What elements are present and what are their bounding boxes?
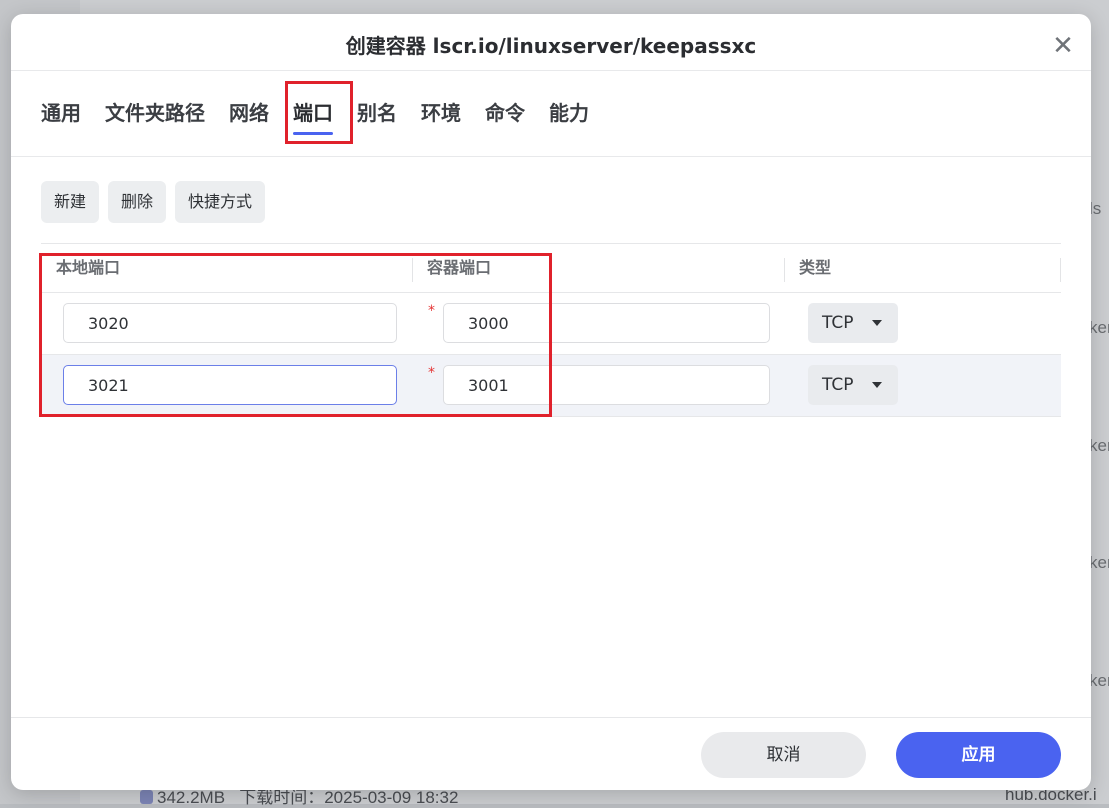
caret-down-icon xyxy=(872,320,882,326)
tab-folder-paths[interactable]: 文件夹路径 xyxy=(105,98,217,138)
tab-network[interactable]: 网络 xyxy=(229,98,281,138)
database-icon xyxy=(140,790,153,804)
protocol-value: TCP xyxy=(822,375,854,395)
table-row: 3021 * 3001 TCP xyxy=(41,355,1061,417)
tab-general[interactable]: 通用 xyxy=(41,98,93,138)
required-mark: * xyxy=(428,303,435,319)
close-icon[interactable]: ✕ xyxy=(1051,33,1075,59)
header-container-port: 容器端口 xyxy=(427,258,492,277)
tab-ports[interactable]: 端口 xyxy=(293,98,345,138)
background-text: ker.c xyxy=(1089,671,1109,690)
required-mark: * xyxy=(428,365,435,381)
protocol-value: TCP xyxy=(822,313,854,333)
header-divider xyxy=(11,70,1091,71)
header-local-port: 本地端口 xyxy=(56,258,121,277)
container-port-input[interactable]: 3001 xyxy=(443,365,770,405)
background-text: ker.c xyxy=(1089,318,1109,337)
download-time: 下载时间：2025-03-09 18:32 xyxy=(239,788,459,807)
port-table: 本地端口 容器端口 类型 3020 * 3000 TCP 3021 * 3001… xyxy=(41,243,1061,417)
new-button[interactable]: 新建 xyxy=(41,181,100,223)
footer-divider xyxy=(11,717,1091,718)
column-divider xyxy=(1060,258,1061,282)
column-divider xyxy=(784,258,785,282)
container-port-input[interactable]: 3000 xyxy=(443,303,770,343)
tab-command[interactable]: 命令 xyxy=(485,98,537,138)
tab-environment[interactable]: 环境 xyxy=(421,98,473,138)
tabs-divider xyxy=(11,156,1091,157)
cancel-button[interactable]: 取消 xyxy=(701,732,866,778)
tab-aliases[interactable]: 别名 xyxy=(357,98,409,138)
protocol-select[interactable]: TCP xyxy=(808,365,898,405)
table-header: 本地端口 容器端口 类型 xyxy=(41,243,1061,293)
caret-down-icon xyxy=(872,382,882,388)
table-row: 3020 * 3000 TCP xyxy=(41,293,1061,355)
tab-capabilities[interactable]: 能力 xyxy=(549,98,601,138)
image-size: 342.2MB xyxy=(157,788,226,807)
toolbar: 新建 删除 快捷方式 xyxy=(41,181,266,223)
background-text: ker.c xyxy=(1089,436,1109,455)
local-port-input[interactable]: 3020 xyxy=(63,303,397,343)
tab-bar: 通用 文件夹路径 网络 端口 别名 环境 命令 能力 xyxy=(41,98,613,138)
column-divider xyxy=(412,258,413,282)
header-type: 类型 xyxy=(799,258,832,277)
shortcut-button[interactable]: 快捷方式 xyxy=(175,181,266,223)
dialog-title: 创建容器 lscr.io/linuxserver/keepassxc xyxy=(345,34,757,58)
apply-button[interactable]: 应用 xyxy=(896,732,1061,778)
delete-button[interactable]: 删除 xyxy=(108,181,167,223)
protocol-select[interactable]: TCP xyxy=(808,303,898,343)
background-text: ker.c xyxy=(1089,553,1109,572)
local-port-input[interactable]: 3021 xyxy=(63,365,397,405)
create-container-dialog: 创建容器 lscr.io/linuxserver/keepassxc ✕ 通用 … xyxy=(11,14,1091,790)
